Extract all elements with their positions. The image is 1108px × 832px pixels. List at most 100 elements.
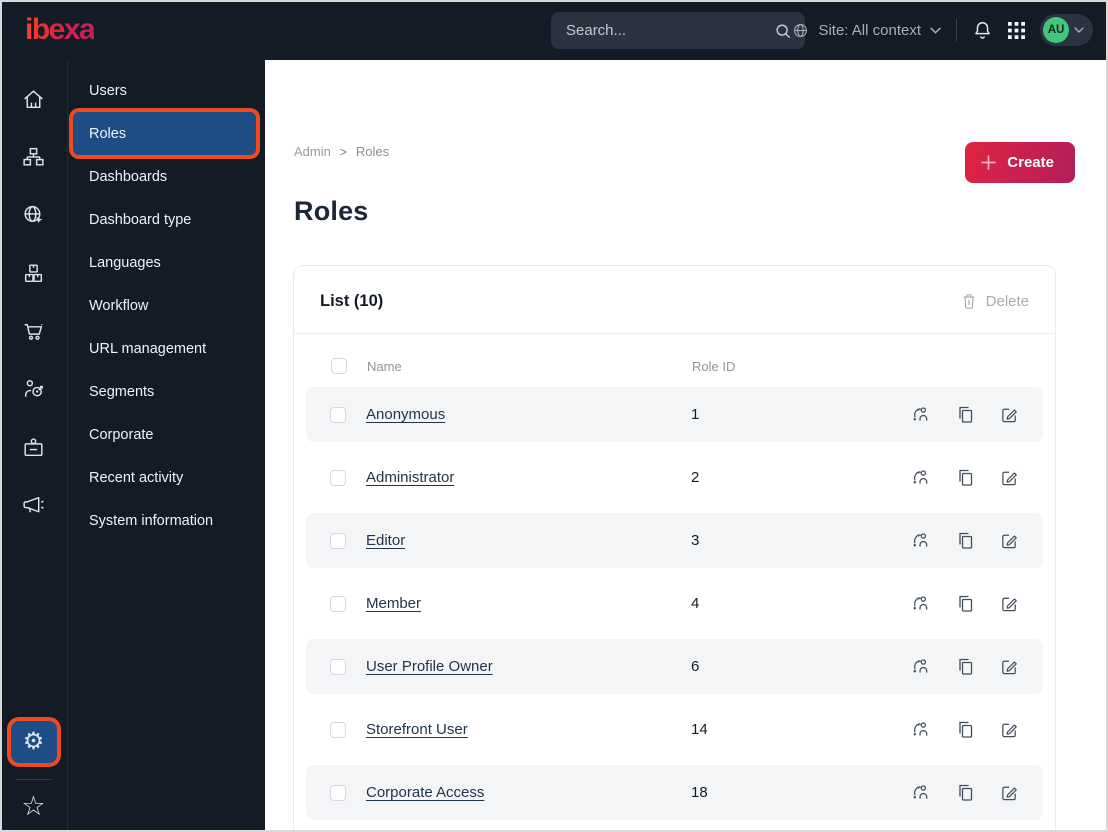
assign-users-button[interactable] [911,594,930,613]
copy-button[interactable] [956,657,974,676]
site-context-label: Site: All context [818,21,921,39]
ibexa-logo: ibexa [25,13,96,46]
edit-button[interactable] [1000,783,1019,802]
edit-icon [1000,657,1019,676]
sidebar-item[interactable]: Segments [68,370,265,413]
assign-users-button[interactable] [911,720,930,739]
assign-users-button[interactable] [911,783,930,802]
topbar: ibexa Site: All context [0,0,1108,60]
breadcrumb: Admin > Roles [294,144,389,159]
assign-users-icon [911,531,930,550]
edit-icon [1000,720,1019,739]
copy-button[interactable] [956,531,974,550]
role-name-link[interactable]: Administrator [366,469,691,486]
edit-button[interactable] [1000,720,1019,739]
product-catalog-icon[interactable] [21,261,46,286]
select-all-checkbox[interactable] [331,358,347,374]
edit-button[interactable] [1000,531,1019,550]
create-button[interactable]: Create [965,142,1075,183]
sidebar-item[interactable]: Recent activity [68,456,265,499]
notifications-button[interactable] [972,20,993,41]
copy-button[interactable] [956,594,974,613]
user-menu[interactable]: AU [1040,14,1093,46]
row-actions [911,657,1019,676]
assign-users-button[interactable] [911,657,930,676]
site-context-selector[interactable]: Site: All context [792,22,941,39]
assign-users-icon [911,720,930,739]
copy-button[interactable] [956,468,974,487]
role-id-value: 14 [691,721,708,738]
gear-icon: ⚙ [22,728,45,755]
row-checkbox[interactable] [330,721,346,738]
copy-button[interactable] [956,783,974,802]
row-actions [911,783,1019,802]
role-name-link[interactable]: Editor [366,532,691,549]
table-row: Editor 3 [306,513,1043,568]
search-input[interactable] [551,22,774,39]
trash-icon [961,293,977,310]
table-header: Name Role ID [294,334,1055,387]
breadcrumb-separator: > [339,144,347,159]
copy-icon [956,594,974,613]
delete-button[interactable]: Delete [961,293,1029,310]
row-checkbox[interactable] [330,469,346,486]
sidebar-item[interactable]: Roles [73,112,256,155]
assign-users-button[interactable] [911,405,930,424]
edit-icon [1000,468,1019,487]
sidebar-item[interactable]: System information [68,499,265,542]
breadcrumb-item-admin[interactable]: Admin [294,144,331,159]
sidebar-item[interactable]: Dashboards [68,155,265,198]
sidebar-item[interactable]: Corporate [68,413,265,456]
role-name-link[interactable]: Member [366,595,691,612]
role-name-link[interactable]: Corporate Access [366,784,691,801]
table-row: Anonymous 1 [306,387,1043,442]
sidebar-item[interactable]: Dashboard type [68,198,265,241]
copy-icon [956,468,974,487]
corporate-badge-icon[interactable] [21,435,46,460]
role-id-value: 6 [691,658,700,675]
role-id-value: 1 [691,406,700,423]
edit-button[interactable] [1000,468,1019,487]
role-name-link[interactable]: Anonymous [366,406,691,423]
main-content: Admin > Roles Create Roles List (10) Del… [265,60,1108,832]
global-search[interactable] [551,12,805,49]
row-checkbox[interactable] [330,784,346,801]
copy-button[interactable] [956,405,974,424]
edit-button[interactable] [1000,405,1019,424]
role-name-link[interactable]: Storefront User [366,721,691,738]
content-tree-icon[interactable] [21,145,46,170]
commerce-cart-icon[interactable] [21,319,46,344]
table-row: Member 4 [306,576,1043,631]
site-globe-icon[interactable] [21,203,46,228]
chevron-down-icon [1074,27,1084,33]
edit-button[interactable] [1000,594,1019,613]
copy-icon [956,720,974,739]
role-name-link[interactable]: User Profile Owner [366,658,691,675]
row-actions [911,468,1019,487]
app-switcher-button[interactable] [1008,21,1025,39]
copy-icon [956,783,974,802]
home-icon[interactable] [21,87,46,112]
row-checkbox[interactable] [330,532,346,549]
assign-users-button[interactable] [911,468,930,487]
personalization-icon[interactable] [21,377,46,402]
edit-button[interactable] [1000,657,1019,676]
assign-users-icon [911,594,930,613]
row-checkbox[interactable] [330,658,346,675]
sidebar-item[interactable]: Users [68,69,265,112]
row-checkbox[interactable] [330,595,346,612]
search-icon [774,22,792,40]
admin-settings-tab[interactable]: ⚙ [10,721,57,763]
copy-button[interactable] [956,720,974,739]
table-row: Storefront User 14 [306,702,1043,757]
marketing-megaphone-icon[interactable] [21,493,46,518]
sidebar-item[interactable]: URL management [68,327,265,370]
row-checkbox[interactable] [330,406,346,423]
table-row: User Profile Owner 6 [306,639,1043,694]
assign-users-button[interactable] [911,531,930,550]
sidebar-item[interactable]: Languages [68,241,265,284]
bell-icon [972,20,993,41]
bookmarks-star-icon[interactable]: ☆ [21,793,45,824]
chevron-down-icon [930,27,941,34]
sidebar-item[interactable]: Workflow [68,284,265,327]
